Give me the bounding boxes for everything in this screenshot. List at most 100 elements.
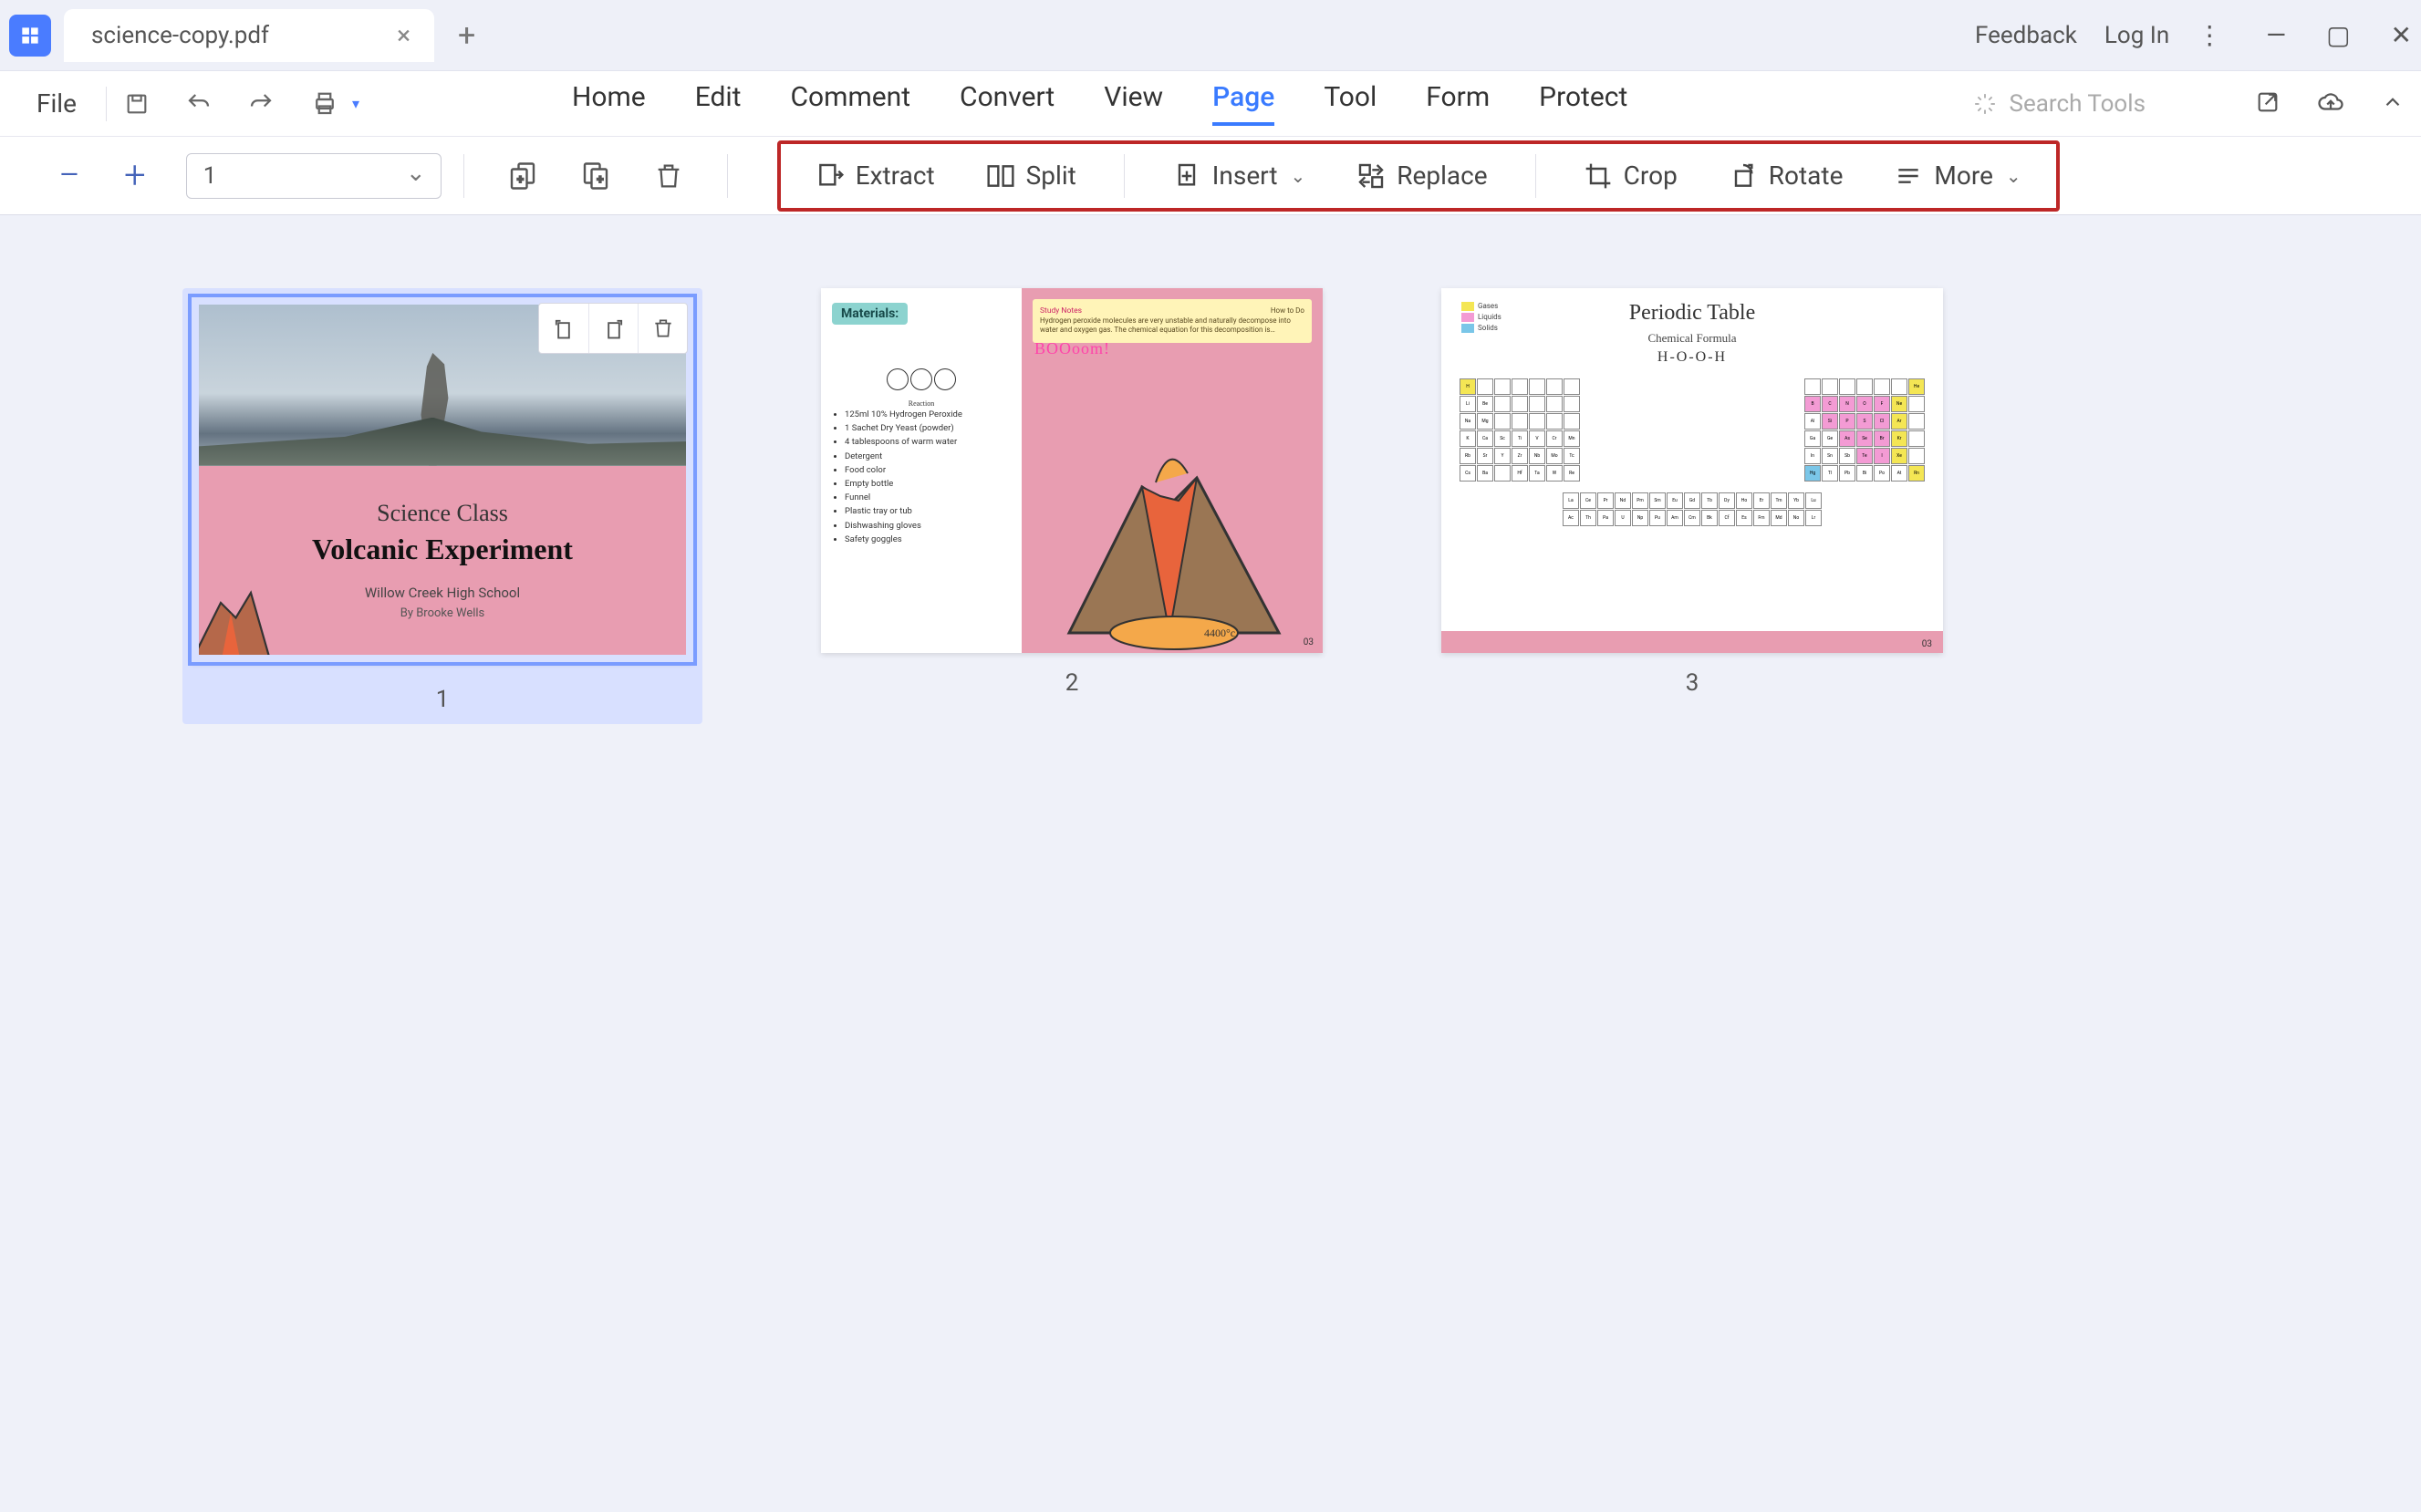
page3-subtitle: Chemical Formula — [1460, 331, 1925, 346]
materials-badge: Materials: — [832, 303, 908, 325]
separator — [463, 154, 464, 198]
chevron-down-icon: ⌄ — [2006, 165, 2021, 187]
split-label: Split — [1026, 161, 1076, 191]
redo-icon[interactable] — [245, 88, 276, 119]
collapse-ribbon-icon[interactable] — [2381, 90, 2405, 118]
close-window-icon[interactable]: ✕ — [2391, 20, 2412, 50]
tab-home[interactable]: Home — [572, 81, 646, 126]
delete-page-hover-icon[interactable] — [638, 304, 687, 353]
diagram-label: Reaction — [832, 399, 1011, 408]
list-item: Plastic tray or tub — [845, 504, 1011, 518]
page1-line4: By Brooke Wells — [400, 606, 485, 620]
kebab-menu-icon[interactable]: ⋮ — [2197, 20, 2222, 50]
list-item: 1 Sachet Dry Yeast (powder) — [845, 421, 1011, 435]
rotate-right-icon[interactable] — [588, 304, 638, 353]
minimize-icon[interactable]: — — [2266, 20, 2286, 50]
undo-icon[interactable] — [183, 88, 214, 119]
volcano-corner-art — [199, 573, 281, 655]
open-external-icon[interactable] — [2255, 89, 2281, 119]
insert-button[interactable]: Insert⌄ — [1147, 161, 1331, 191]
page-tools-highlight: Extract Split Insert⌄ Replace Crop Rotat… — [777, 140, 2060, 212]
menu-tabs: Home Edit Comment Convert View Page Tool… — [572, 81, 1627, 126]
sticky-note: Study Notes How to Do Hydrogen peroxide m… — [1033, 299, 1312, 343]
dropdown-icon[interactable]: ▾ — [340, 88, 371, 119]
tab-form[interactable]: Form — [1426, 81, 1490, 126]
list-item: Food color — [845, 463, 1011, 477]
chevron-down-icon: ⌄ — [1291, 165, 1306, 187]
rotate-left-icon[interactable] — [539, 304, 588, 353]
print-icon[interactable] — [309, 88, 340, 119]
separator — [1535, 154, 1536, 198]
login-link[interactable]: Log In — [2104, 22, 2169, 49]
search-placeholder: Search Tools — [2010, 90, 2146, 118]
crop-button[interactable]: Crop — [1558, 161, 1703, 191]
legend-item: Solids — [1478, 324, 1498, 332]
legend-item: Liquids — [1478, 313, 1501, 321]
list-item: Funnel — [845, 491, 1011, 504]
tab-comment[interactable]: Comment — [791, 81, 911, 126]
file-menu[interactable]: File — [16, 88, 97, 119]
document-tab[interactable]: science-copy.pdf × — [64, 9, 434, 62]
temperature-label: 4400°c — [1204, 627, 1235, 640]
new-tab-button[interactable]: + — [458, 17, 475, 54]
split-button[interactable]: Split — [961, 161, 1102, 191]
page1-line2: Volcanic Experiment — [312, 533, 573, 566]
list-item: Empty bottle — [845, 477, 1011, 491]
replace-button[interactable]: Replace — [1331, 161, 1512, 191]
rotate-label: Rotate — [1769, 161, 1844, 191]
maximize-icon[interactable]: ▢ — [2326, 20, 2350, 50]
page-number: 2 — [1065, 669, 1079, 697]
page2-pagenum: 03 — [1304, 637, 1314, 647]
svg-text:+: + — [517, 172, 524, 185]
replace-label: Replace — [1397, 161, 1487, 191]
page-select-dropdown[interactable]: 1 — [186, 153, 442, 199]
tab-convert[interactable]: Convert — [960, 81, 1055, 126]
tab-view[interactable]: View — [1104, 81, 1163, 126]
more-button[interactable]: More⌄ — [1868, 161, 2046, 191]
zoom-out-button[interactable]: − — [36, 153, 102, 198]
list-item: Safety goggles — [845, 533, 1011, 546]
page-thumbnail-2[interactable]: Materials: Reaction 125ml 10% Hydrogen P… — [821, 288, 1323, 697]
tab-title: science-copy.pdf — [91, 22, 269, 49]
feedback-link[interactable]: Feedback — [1975, 22, 2077, 49]
tab-protect[interactable]: Protect — [1539, 81, 1627, 126]
tab-page[interactable]: Page — [1212, 81, 1274, 126]
lanthanide-row: LaCePrNdPmSmEuGdTbDyHoErTmYbLu — [1563, 492, 1822, 509]
note-body: Hydrogen peroxide molecules are very uns… — [1040, 316, 1304, 336]
note-side: How to Do — [1271, 306, 1304, 316]
separator — [727, 154, 728, 198]
page3-footer — [1441, 631, 1943, 653]
reaction-diagram — [832, 336, 1011, 390]
page1-line1: Science Class — [377, 500, 508, 527]
legend: Gases Liquids Solids — [1461, 301, 1501, 334]
menubar: File ▾ Home Edit Comment Convert View Pa… — [0, 71, 2421, 137]
rotate-button[interactable]: Rotate — [1703, 161, 1869, 191]
periodic-table: H LiBe NaMg KCaScTiVCrMn RbSrYZrNbMoTc C… — [1460, 378, 1925, 482]
extract-button[interactable]: Extract — [790, 161, 961, 191]
page-number: 3 — [1686, 669, 1699, 697]
page3-formula: H-O-O-H — [1460, 349, 1925, 366]
search-tools[interactable]: Search Tools — [1973, 90, 2146, 118]
list-item: Detergent — [845, 450, 1011, 463]
separator — [1124, 154, 1125, 198]
page-number: 1 — [436, 678, 450, 724]
tab-tool[interactable]: Tool — [1324, 81, 1377, 126]
svg-text:+: + — [597, 172, 603, 185]
insert-page-after-icon[interactable]: + — [577, 158, 614, 194]
save-icon[interactable] — [121, 88, 152, 119]
crop-label: Crop — [1624, 161, 1678, 191]
page-thumbnail-1[interactable]: Science Class Volcanic Experiment Willow… — [182, 288, 702, 724]
close-tab-icon[interactable]: × — [397, 20, 410, 50]
page3-pagenum: 03 — [1922, 639, 1932, 649]
insert-page-before-icon[interactable]: + — [504, 158, 541, 194]
list-item: Dishwashing gloves — [845, 519, 1011, 533]
tab-edit[interactable]: Edit — [695, 81, 742, 126]
page-select-value: 1 — [203, 162, 217, 190]
cloud-upload-icon[interactable] — [2317, 88, 2344, 119]
page-hover-tools — [538, 303, 688, 354]
delete-page-icon[interactable] — [650, 158, 687, 194]
page-thumbnail-3[interactable]: Gases Liquids Solids Periodic Table Chem… — [1441, 288, 1943, 697]
separator — [106, 87, 107, 121]
zoom-in-button[interactable]: + — [102, 153, 168, 198]
note-header: Study Notes — [1040, 306, 1082, 316]
